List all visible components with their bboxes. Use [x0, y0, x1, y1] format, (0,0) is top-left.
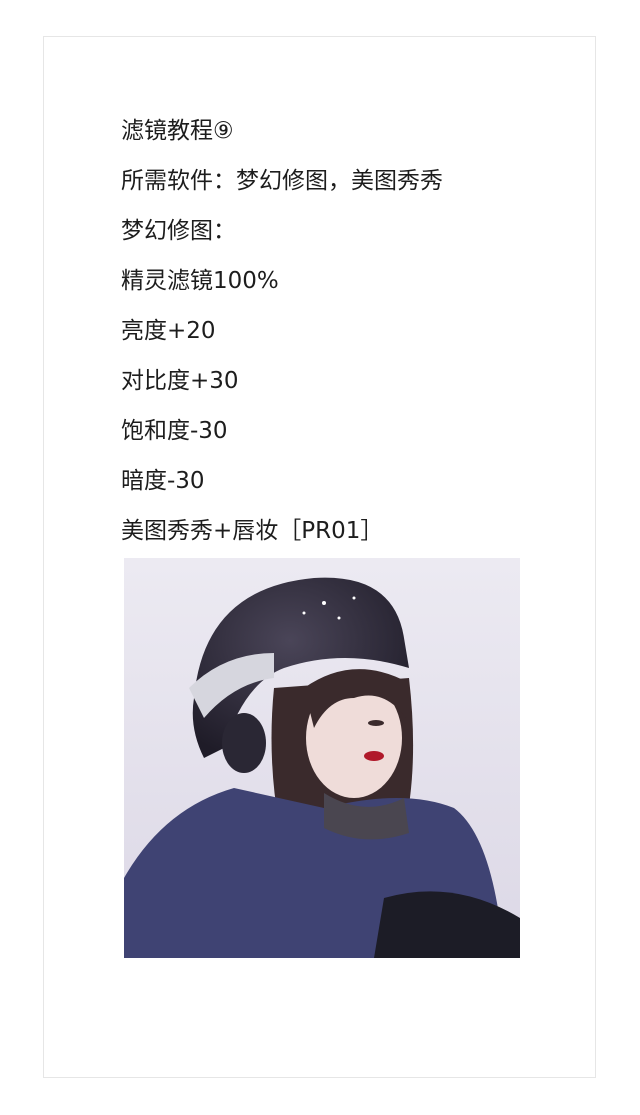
example-photo — [124, 558, 520, 958]
tutorial-title: 滤镜教程⑨ — [121, 118, 234, 144]
portrait-illustration — [124, 558, 520, 958]
contrast-setting: 对比度+30 — [121, 368, 239, 394]
lip-makeup-setting: 美图秀秀+唇妆［PR01］ — [121, 518, 384, 544]
lips-shape — [364, 751, 384, 761]
saturation-setting: 饱和度-30 — [121, 418, 228, 444]
app-heading: 梦幻修图： — [121, 218, 236, 244]
brightness-setting: 亮度+20 — [121, 318, 216, 344]
darkness-setting: 暗度-30 — [121, 468, 205, 494]
filter-setting: 精灵滤镜100% — [121, 268, 279, 294]
required-software-line: 所需软件：梦幻修图，美图秀秀 — [121, 168, 443, 194]
